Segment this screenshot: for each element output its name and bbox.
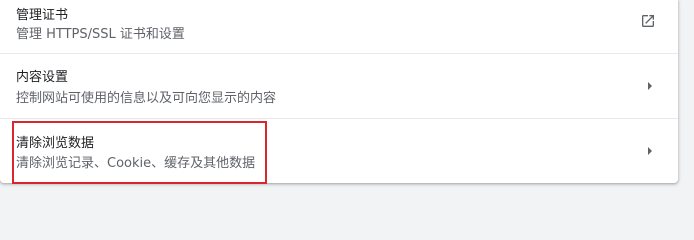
clear-browsing-data-subtitle: 清除浏览记录、Cookie、缓存及其他数据	[16, 156, 256, 171]
arrow-right-icon[interactable]	[644, 78, 656, 94]
manage-certificates-row[interactable]: 管理证书 管理 HTTPS/SSL 证书和设置	[0, 0, 678, 53]
manage-certificates-subtitle: 管理 HTTPS/SSL 证书和设置	[16, 27, 185, 42]
content-settings-title: 内容设置	[16, 70, 69, 85]
settings-card: 管理证书 管理 HTTPS/SSL 证书和设置 内容设置 控制网站可使用的信息以…	[0, 0, 678, 183]
manage-certificates-title: 管理证书	[16, 8, 69, 23]
clear-browsing-data-title: 清除浏览数据	[16, 136, 95, 151]
content-settings-subtitle: 控制网站可使用的信息以及可向您显示的内容	[16, 91, 277, 106]
clear-browsing-data-row[interactable]: 清除浏览数据 清除浏览记录、Cookie、缓存及其他数据	[0, 119, 678, 183]
arrow-right-icon[interactable]	[644, 143, 656, 159]
open-in-new-icon[interactable]	[640, 13, 656, 29]
content-settings-row[interactable]: 内容设置 控制网站可使用的信息以及可向您显示的内容	[0, 54, 678, 118]
